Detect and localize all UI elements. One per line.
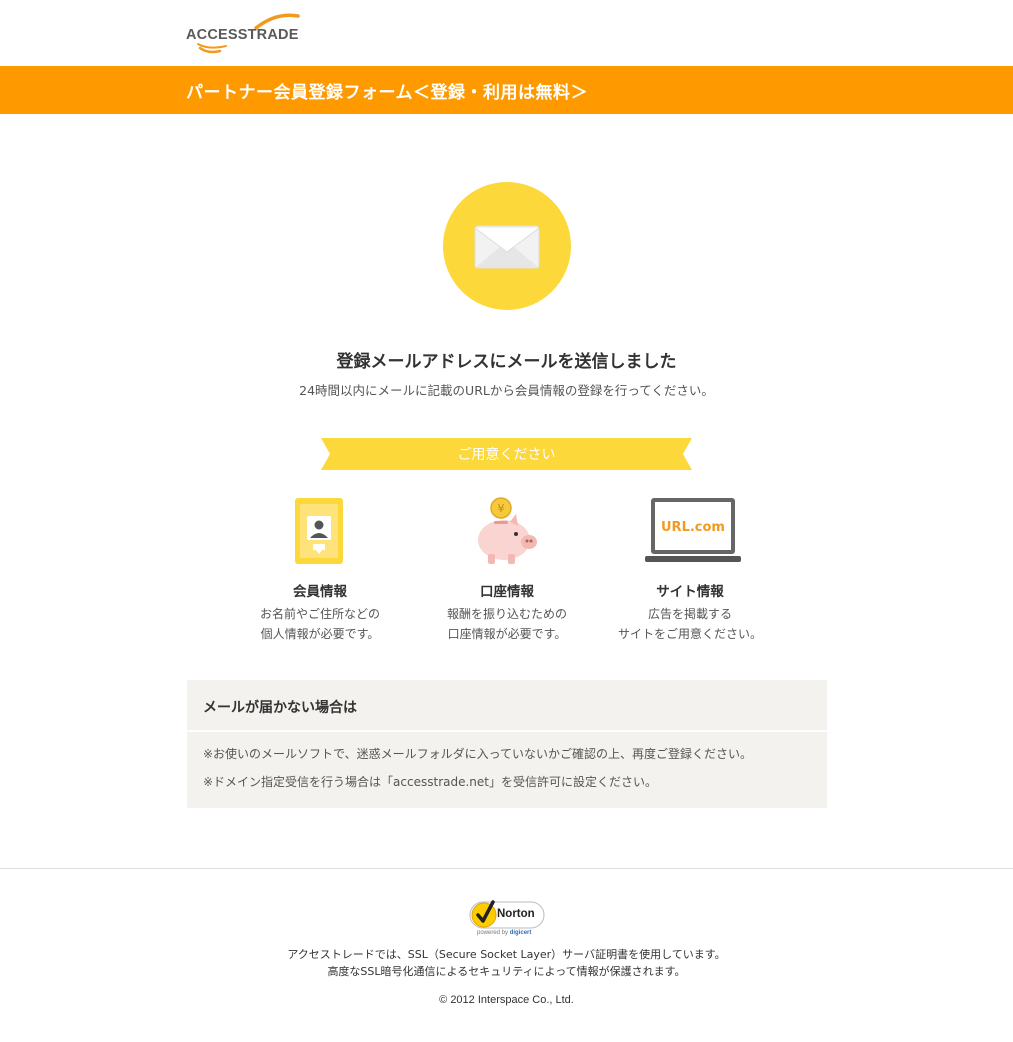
prepare-ribbon: ご用意ください bbox=[321, 438, 692, 470]
registration-banner: パートナー会員登録フォーム＜登録・利用は無料＞ bbox=[0, 66, 1013, 114]
sent-headline: 登録メールアドレスにメールを送信しました bbox=[336, 352, 677, 372]
norton-label: Norton bbox=[497, 908, 535, 920]
laptop-url-icon: URL.com bbox=[645, 498, 741, 562]
feature-desc-line: お名前やご住所などの bbox=[259, 607, 380, 621]
page-title: パートナー会員登録フォーム＜登録・利用は無料＞ bbox=[186, 83, 588, 103]
feature-desc-line: 広告を掲載する bbox=[647, 607, 732, 621]
logo-text: ACCESSTRADE bbox=[186, 27, 299, 43]
ribbon-label: ご用意ください bbox=[457, 447, 556, 463]
notice-divider bbox=[187, 730, 827, 732]
sent-instruction: 24時間以内にメールに記載のURLから会員情報の登録を行ってください。 bbox=[299, 383, 714, 398]
feature-desc-line: 個人情報が必要です。 bbox=[260, 627, 380, 641]
digicert-brand: digicert bbox=[509, 930, 532, 936]
feature-bank-info: ¥ 口座情報 報酬を振り込むための 口座情報が必要です。 bbox=[412, 494, 602, 644]
notice-line: ※お使いのメールソフトで、迷惑メールフォルダに入っていないかご確認の上、再度ご登… bbox=[203, 747, 752, 761]
mail-sent-badge bbox=[443, 182, 571, 310]
feature-title: 会員情報 bbox=[293, 584, 347, 600]
norton-seal[interactable]: Norton powered by digicert bbox=[469, 898, 547, 940]
feature-desc-line: 口座情報が必要です。 bbox=[447, 627, 567, 641]
feature-desc-line: 報酬を振り込むための bbox=[446, 607, 567, 621]
norton-powered-by: powered by digicert bbox=[477, 930, 531, 936]
feature-desc-line: サイトをご用意ください。 bbox=[617, 627, 762, 641]
footer-divider bbox=[0, 868, 1013, 869]
norton-powered-prefix: powered by bbox=[477, 930, 509, 936]
notice-line: ※ドメイン指定受信を行う場合は「accesstrade.net」を受信許可に設定… bbox=[203, 775, 657, 789]
id-card-icon bbox=[295, 498, 343, 564]
feature-title: サイト情報 bbox=[656, 584, 724, 600]
top-header: ACCESSTRADE bbox=[0, 0, 1013, 66]
feature-member-info: 会員情報 お名前やご住所などの 個人情報が必要です。 bbox=[225, 494, 415, 644]
envelope-icon bbox=[474, 225, 540, 269]
copyright: © 2012 Interspace Co., Ltd. bbox=[439, 994, 574, 1006]
notice-title: メールが届かない場合は bbox=[203, 700, 357, 716]
feature-title: 口座情報 bbox=[480, 584, 534, 600]
laptop-screen-text: URL.com bbox=[661, 520, 725, 535]
svg-text:¥: ¥ bbox=[498, 502, 505, 515]
piggy-bank-icon: ¥ bbox=[478, 497, 537, 564]
ssl-notice-line: 高度なSSL暗号化通信によるセキュリティによって情報が保護されます。 bbox=[327, 965, 686, 978]
feature-site-info: URL.com サイト情報 広告を掲載する サイトをご用意ください。 bbox=[595, 494, 785, 644]
accesstrade-logo[interactable]: ACCESSTRADE bbox=[186, 10, 316, 56]
mail-not-received-notice: メールが届かない場合は ※お使いのメールソフトで、迷惑メールフォルダに入っていな… bbox=[187, 680, 827, 808]
ssl-notice-line: アクセストレードでは、SSL（Secure Socket Layer）サーバ証明… bbox=[287, 948, 726, 961]
